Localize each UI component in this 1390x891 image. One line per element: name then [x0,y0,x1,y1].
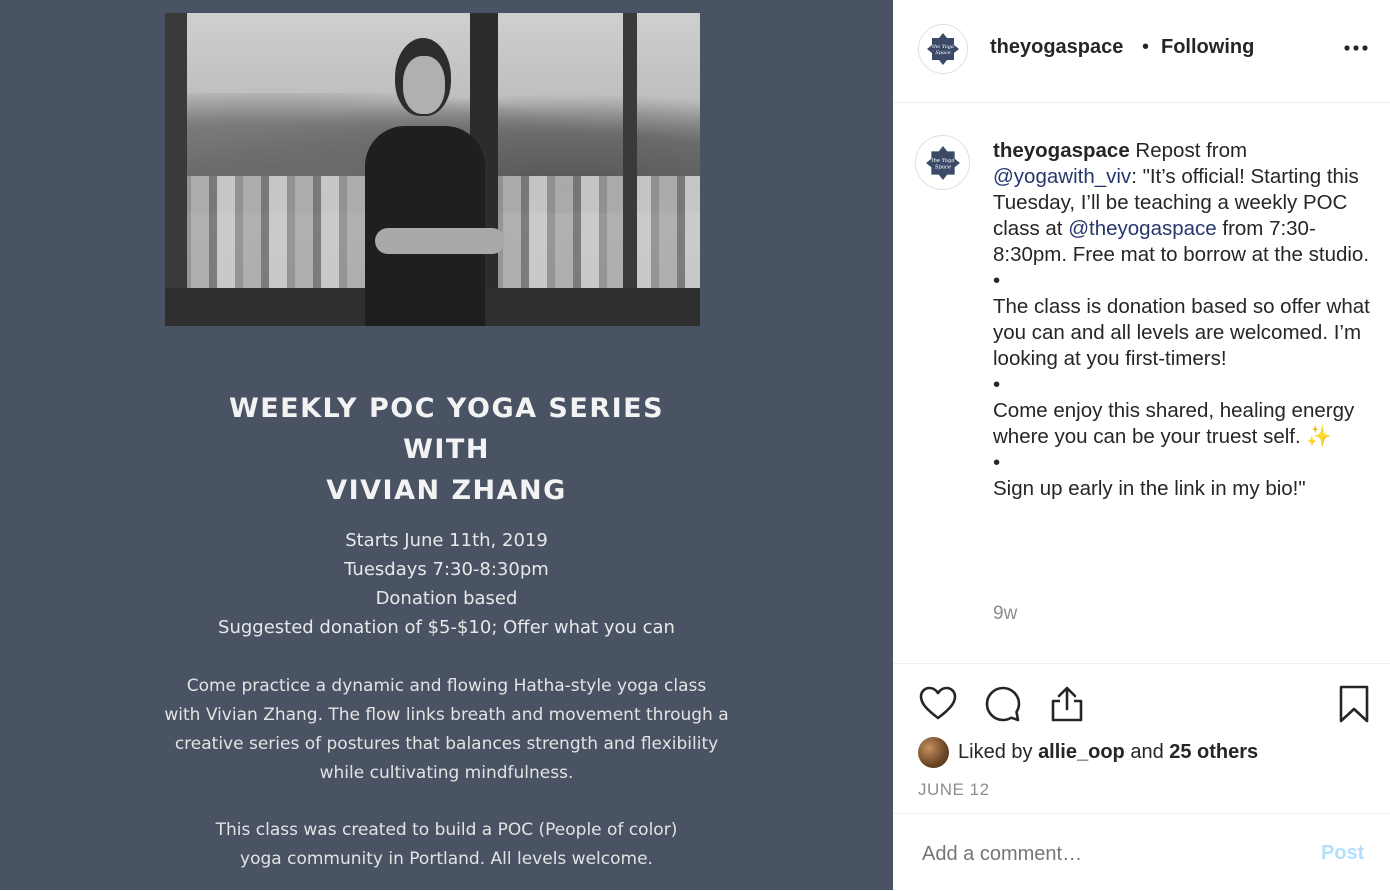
caption-avatar[interactable]: the Yoga Space [915,135,970,190]
caption-bullet: • [993,373,1001,396]
bookmark-icon[interactable] [1334,684,1374,724]
caption-username[interactable]: theyogaspace [993,139,1130,162]
comment-input[interactable] [920,842,1284,867]
mention-link[interactable]: @yogawith_viv [993,165,1131,188]
post-comment-button[interactable]: Post [1321,842,1364,865]
heart-icon[interactable] [918,684,958,724]
flyer-detail: Tuesdays 7:30-8:30pm [344,559,549,580]
post-header: the Yoga Space theyogaspace • Following [893,0,1390,103]
liker-username[interactable]: allie_oop [1038,741,1125,763]
flyer-paragraph-line: Come practice a dynamic and flowing Hath… [186,676,707,696]
account-avatar[interactable]: the Yoga Space [918,24,968,74]
following-button[interactable]: Following [1161,36,1254,59]
flyer-detail: Starts June 11th, 2019 [345,530,548,551]
caption-text: Repost from [1129,139,1248,162]
likes-others-link[interactable]: 25 others [1169,741,1258,763]
svg-text:the Yoga: the Yoga [931,158,954,164]
flyer-detail: Suggested donation of $5-$10; Offer what… [218,617,675,638]
yoga-space-logo-icon: the Yoga Space [926,146,960,180]
post-caption: theyogaspace Repost from @yogawith_viv: … [993,138,1378,502]
flyer-paragraph-line: yoga community in Portland. All levels w… [240,849,653,869]
flyer-paragraph-line: creative series of postures that balance… [174,734,719,754]
caption-text: Come enjoy this shared, healing energy w… [993,399,1355,448]
caption-text: The class is donation based so offer wha… [993,295,1370,370]
more-options-icon[interactable] [1342,38,1370,58]
caption-text: Sign up early in the link in my bio!" [993,477,1306,500]
flyer-paragraph-line: while cultivating mindfulness. [319,763,574,783]
header-separator: • [1142,36,1150,58]
likes-middle: and [1124,741,1170,763]
flyer-title-line: WEEKLY POC YOGA SERIES [228,393,665,424]
header-username[interactable]: theyogaspace [990,36,1123,59]
flyer-title-line: WITH [403,434,490,465]
likes-prefix: Liked by [958,741,1039,763]
yoga-space-logo-icon: the Yoga Space [927,33,959,65]
flyer-text: WEEKLY POC YOGA SERIES WITH VIVIAN ZHANG… [0,0,893,890]
caption-bullet: • [993,269,1001,292]
comment-icon[interactable] [983,684,1023,724]
liker-avatar[interactable] [918,737,949,768]
post-image[interactable]: WEEKLY POC YOGA SERIES WITH VIVIAN ZHANG… [0,0,893,890]
share-icon[interactable] [1047,684,1087,724]
flyer-detail: Donation based [375,588,518,609]
caption-bullet: • [993,451,1001,474]
flyer-paragraph-line: This class was created to build a POC (P… [215,820,678,840]
svg-text:Space: Space [935,50,950,56]
mention-link[interactable]: @theyogaspace [1068,217,1216,240]
flyer-title-line: VIVIAN ZHANG [326,475,567,506]
post-side-panel: the Yoga Space theyogaspace • Following … [893,0,1390,890]
svg-text:Space: Space [935,164,951,170]
flyer-paragraph-line: with Vivian Zhang. The flow links breath… [164,705,729,725]
post-date[interactable]: JUNE 12 [918,780,990,800]
action-bar: Liked by allie_oop and 25 others JUNE 12 [893,663,1390,814]
comment-bar: Post [893,813,1390,891]
post-age[interactable]: 9w [993,603,1017,625]
